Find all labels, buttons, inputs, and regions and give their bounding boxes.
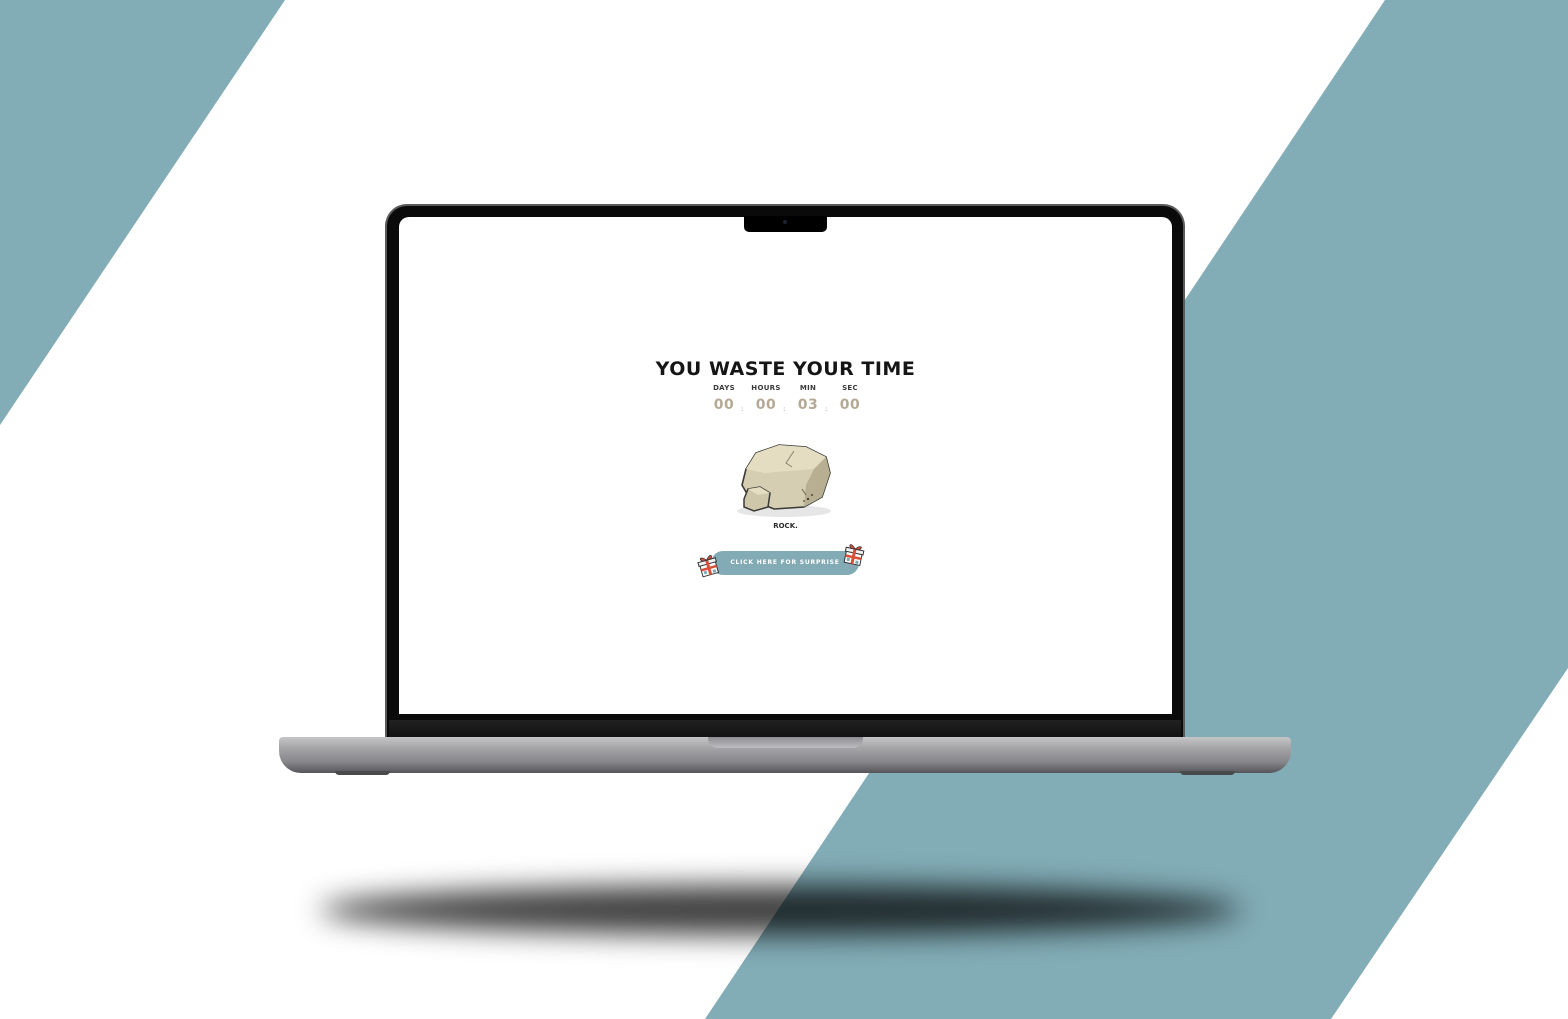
countdown-separator: : <box>783 405 786 413</box>
laptop-foot-left <box>335 771 390 775</box>
laptop-open-notch <box>708 737 863 748</box>
countdown-timer: DAYS 00 HOURS 00 MIN 03 SEC 00 <box>704 384 874 424</box>
surprise-button[interactable]: CLICK HERE FOR SURPRISE <box>711 551 859 575</box>
countdown-separator: : <box>741 405 744 413</box>
camera-icon <box>783 220 787 224</box>
countdown-sec-value: 00 <box>839 397 861 413</box>
countdown-sec: SEC 00 <box>830 384 870 413</box>
camera-notch <box>744 216 827 232</box>
countdown-separator: : <box>825 405 828 413</box>
gift-icon <box>843 544 865 567</box>
laptop-screen: YOU WASTE YOUR TIME DAYS 00 HOURS 00 MIN… <box>399 217 1172 714</box>
laptop-foot-right <box>1180 771 1235 775</box>
laptop-hinge <box>389 720 1181 738</box>
rock-icon <box>737 444 831 517</box>
laptop-shadow <box>320 885 1240 935</box>
countdown-days-label: DAYS <box>713 384 735 392</box>
countdown-min: MIN 03 <box>788 384 828 413</box>
countdown-days-value: 00 <box>713 397 735 413</box>
countdown-hours: HOURS 00 <box>746 384 786 413</box>
rock-caption: ROCK. <box>773 522 798 530</box>
countdown-hours-value: 00 <box>755 397 777 413</box>
countdown-days: DAYS 00 <box>704 384 744 413</box>
countdown-sec-label: SEC <box>842 384 858 392</box>
countdown-min-value: 03 <box>797 397 819 413</box>
page-title: YOU WASTE YOUR TIME <box>655 358 916 380</box>
countdown-min-label: MIN <box>799 384 817 392</box>
countdown-hours-label: HOURS <box>751 384 781 392</box>
